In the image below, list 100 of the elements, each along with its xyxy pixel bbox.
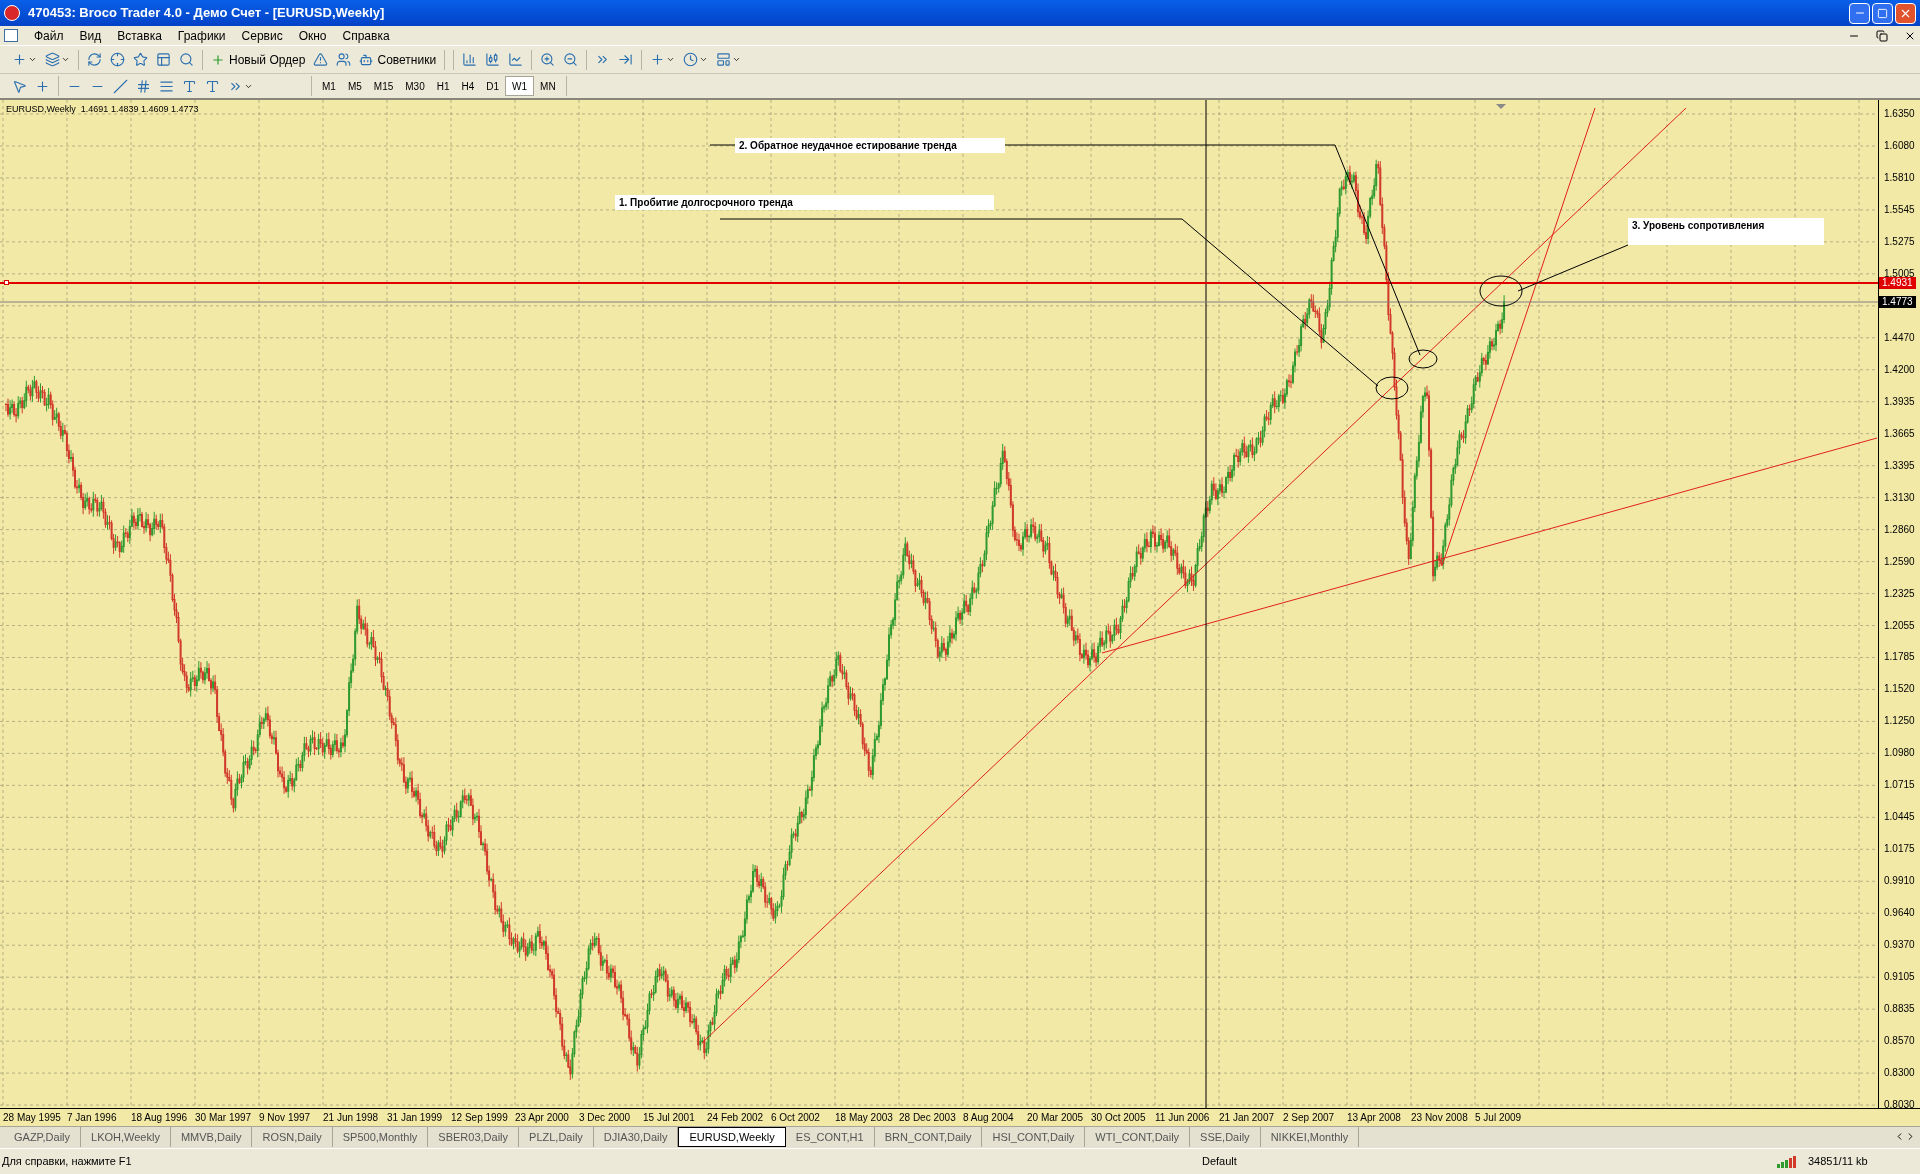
chart-tab[interactable]: PLZL,Daily bbox=[519, 1127, 594, 1147]
date-tick-label: 7 Jan 1996 bbox=[67, 1111, 118, 1125]
price-tick-label: 0.9640 bbox=[1884, 907, 1915, 920]
price-tick-label: 1.2590 bbox=[1884, 555, 1915, 568]
date-tick-label: 18 Aug 1996 bbox=[131, 1111, 189, 1125]
chart-info: EURUSD,Weekly 1.4691 1.4839 1.4609 1.4773 bbox=[6, 103, 199, 116]
timeframe-button[interactable]: H1 bbox=[430, 76, 456, 96]
price-tick-label: 0.9105 bbox=[1884, 971, 1915, 984]
window-title: 470453: Broco Trader 4.0 - Демо Счет - [EURUSD,Weekly] bbox=[28, 4, 385, 23]
menu-item[interactable]: Файл bbox=[34, 26, 64, 45]
chart-tab[interactable]: SBER03,Daily bbox=[428, 1127, 520, 1147]
price-tick-label: 1.0445 bbox=[1884, 811, 1915, 824]
chart-tab[interactable]: LKOH,Weekly bbox=[81, 1127, 171, 1147]
menu-item[interactable]: Вид bbox=[79, 26, 102, 45]
chart-tab[interactable]: GAZP,Daily bbox=[4, 1127, 82, 1147]
date-tick-label: 15 Jul 2001 bbox=[643, 1111, 696, 1125]
date-tick-label: 21 Jan 2007 bbox=[1219, 1111, 1276, 1125]
date-tick-label: 13 Apr 2008 bbox=[1347, 1111, 1402, 1125]
price-tick-label: 0.8030 bbox=[1884, 1099, 1915, 1112]
traffic-status: 34851/11 kb bbox=[1808, 1154, 1869, 1170]
price-tick-label: 1.3130 bbox=[1884, 491, 1915, 504]
price-tick-label: 0.8835 bbox=[1884, 1003, 1915, 1016]
chart-tab[interactable]: SP500,Monthly bbox=[332, 1127, 429, 1147]
chart-tab[interactable]: BRN_CONT,Daily bbox=[874, 1127, 983, 1147]
ellipse-mark bbox=[1375, 376, 1409, 400]
experts-button[interactable]: Советники bbox=[355, 48, 441, 71]
price-tick-label: 1.1785 bbox=[1884, 651, 1915, 664]
timeframe-button[interactable]: D1 bbox=[480, 76, 506, 96]
ellipse-mark bbox=[1479, 275, 1523, 307]
date-tick-label: 12 Sep 1999 bbox=[451, 1111, 509, 1125]
price-tick-label: 1.1520 bbox=[1884, 683, 1915, 696]
date-tick-label: 28 Dec 2003 bbox=[899, 1111, 957, 1125]
chart-tab[interactable]: ROSN,Daily bbox=[252, 1127, 333, 1147]
price-tick-label: 1.5005 bbox=[1884, 267, 1915, 279]
timeframe-button[interactable]: M1 bbox=[316, 76, 342, 96]
close-button[interactable] bbox=[1895, 2, 1916, 24]
price-tick-label: 0.8300 bbox=[1884, 1067, 1915, 1080]
price-tick-label: 0.9370 bbox=[1884, 939, 1915, 952]
price-tick-label: 1.6350 bbox=[1884, 108, 1915, 120]
date-tick-label: 6 Oct 2002 bbox=[771, 1111, 821, 1125]
price-tick-label: 1.2325 bbox=[1884, 587, 1915, 600]
date-tick-label: 23 Nov 2008 bbox=[1411, 1111, 1469, 1125]
menu-item[interactable]: Сервис bbox=[241, 26, 283, 45]
timeframe-button[interactable]: MN bbox=[534, 76, 562, 96]
date-tick-label: 24 Feb 2002 bbox=[707, 1111, 765, 1125]
status-help-text: Для справки, нажмите F1 bbox=[2, 1154, 133, 1170]
annotation-label: 3. Уровень сопротивления bbox=[1628, 218, 1824, 245]
current-price-label: 1.4773 bbox=[1879, 296, 1916, 308]
maximize-icon bbox=[1877, 7, 1888, 19]
price-tick-label: 1.3935 bbox=[1884, 395, 1915, 408]
shift-marker-icon[interactable] bbox=[1496, 104, 1506, 109]
price-tick-label: 1.3665 bbox=[1884, 427, 1915, 440]
price-tick-label: 1.0715 bbox=[1884, 779, 1915, 792]
ellipse-mark bbox=[1408, 349, 1438, 369]
price-tick-label: 0.8570 bbox=[1884, 1035, 1915, 1048]
date-tick-label: 30 Oct 2005 bbox=[1091, 1111, 1147, 1125]
date-tick-label: 20 Mar 2005 bbox=[1027, 1111, 1085, 1125]
robot-icon bbox=[359, 52, 374, 67]
profile-status: Default bbox=[1202, 1154, 1238, 1170]
timeframe-button[interactable]: M15 bbox=[367, 76, 400, 96]
price-tick-label: 1.4470 bbox=[1884, 331, 1915, 344]
leader-line bbox=[709, 144, 736, 146]
chart-tab[interactable]: SSE,Daily bbox=[1190, 1127, 1261, 1147]
date-tick-label: 11 Jun 2006 bbox=[1155, 1111, 1211, 1125]
price-tick-label: 0.9910 bbox=[1884, 875, 1915, 888]
date-tick-label: 9 Nov 1997 bbox=[259, 1111, 312, 1125]
chart-tab[interactable]: EURUSD,Weekly bbox=[678, 1127, 786, 1147]
timeframe-button[interactable]: W1 bbox=[505, 76, 535, 96]
price-tick-label: 1.4200 bbox=[1884, 363, 1915, 376]
chart-tab[interactable]: MMVB,Daily bbox=[170, 1127, 253, 1147]
minimize-button[interactable] bbox=[1849, 2, 1870, 24]
timeframe-button[interactable]: H4 bbox=[455, 76, 481, 96]
date-tick-label: 2 Sep 2007 bbox=[1283, 1111, 1336, 1125]
date-tick-label: 3 Dec 2000 bbox=[579, 1111, 632, 1125]
chart-tab[interactable]: HSI_CONT,Daily bbox=[982, 1127, 1086, 1147]
timeframe-button[interactable]: M30 bbox=[399, 76, 431, 96]
menu-item[interactable]: Окно bbox=[298, 26, 327, 45]
date-tick-label: 5 Jul 2009 bbox=[1475, 1111, 1523, 1125]
date-tick-label: 31 Jan 1999 bbox=[387, 1111, 444, 1125]
price-tick-label: 1.1250 bbox=[1884, 715, 1915, 728]
menu-item[interactable]: Справка bbox=[342, 26, 390, 45]
date-tick-label: 28 May 1995 bbox=[3, 1111, 62, 1125]
menu-item[interactable]: Вставка bbox=[117, 26, 162, 45]
line-end-marker bbox=[4, 280, 9, 285]
chart-tab[interactable]: NIKKEI,Monthly bbox=[1260, 1127, 1360, 1147]
date-tick-label: 30 Mar 1997 bbox=[195, 1111, 253, 1125]
chart-tab[interactable]: ES_CONT,H1 bbox=[785, 1127, 875, 1147]
price-tick-label: 1.5810 bbox=[1884, 171, 1915, 184]
connection-bars-icon bbox=[1777, 1155, 1796, 1168]
plus-icon bbox=[211, 52, 225, 67]
maximize-button[interactable] bbox=[1872, 2, 1893, 24]
timeframe-button[interactable]: M5 bbox=[341, 76, 368, 96]
price-tick-label: 1.0980 bbox=[1884, 747, 1915, 760]
price-tick-label: 1.0175 bbox=[1884, 843, 1915, 856]
chart-tab[interactable]: WTI_CONT,Daily bbox=[1085, 1127, 1191, 1147]
price-tick-label: 1.5275 bbox=[1884, 235, 1915, 248]
menu-item[interactable]: Графики bbox=[177, 26, 226, 45]
restore-icon[interactable] bbox=[1876, 29, 1888, 42]
new-order-button[interactable]: Новый Ордер bbox=[207, 48, 310, 71]
annotation-label: 2. Обратное неудачное естирование тренда bbox=[735, 138, 1005, 153]
